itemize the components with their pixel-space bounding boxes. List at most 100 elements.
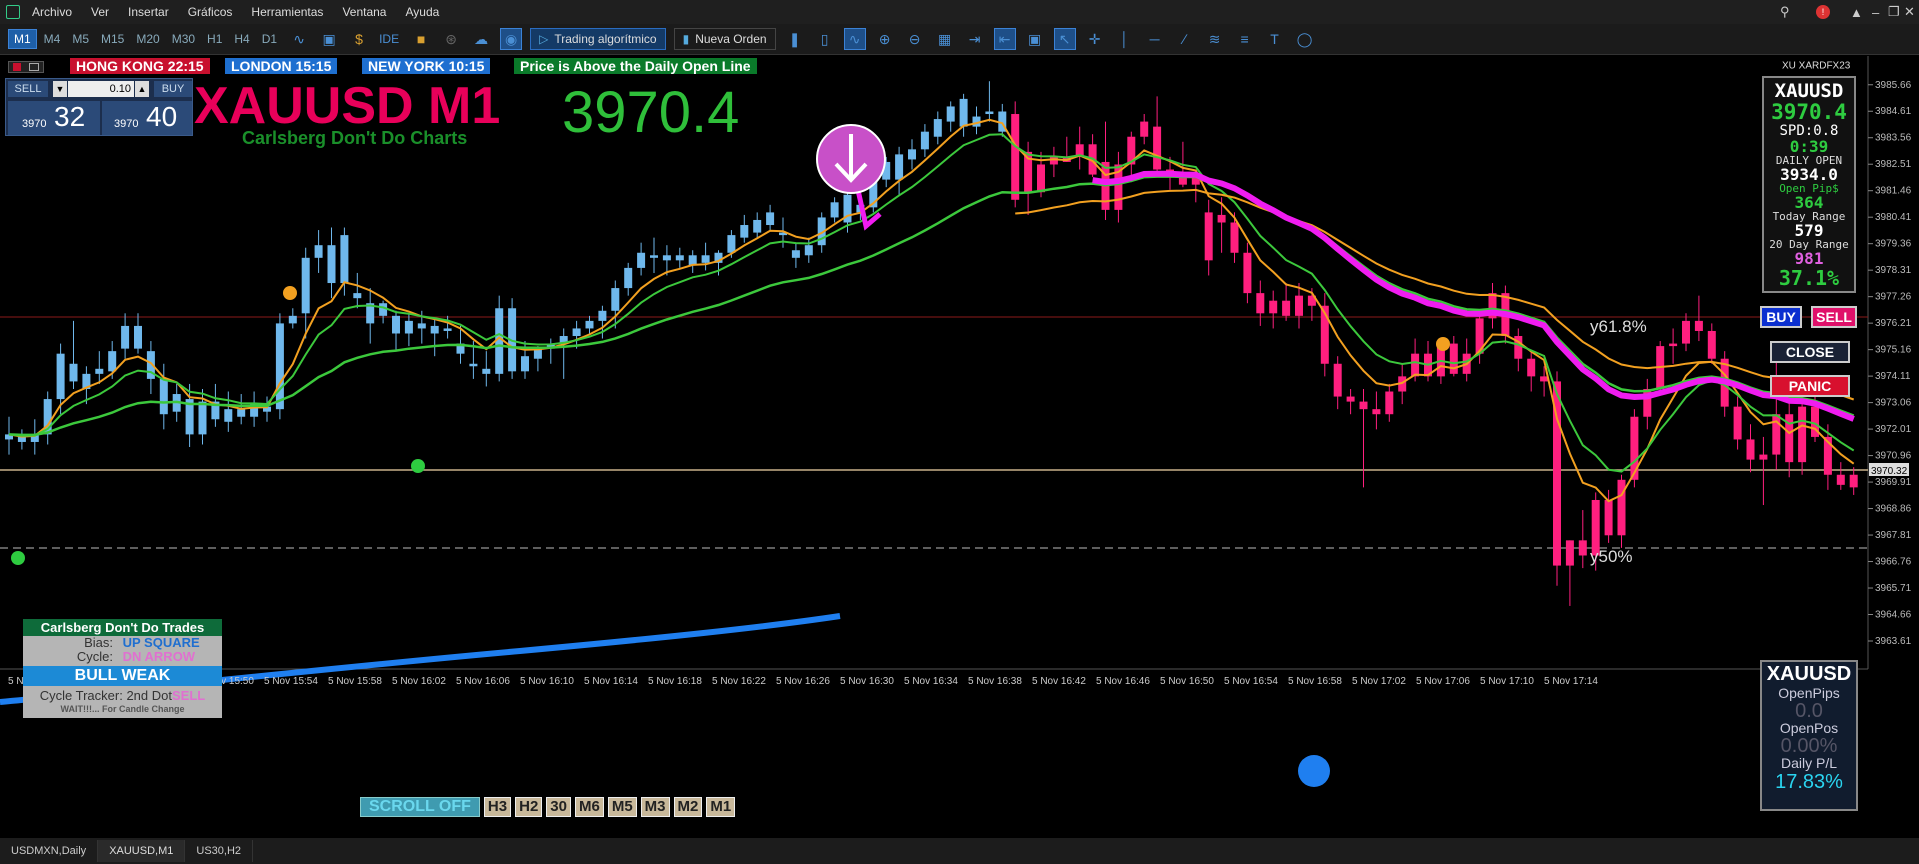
tf-button-m6[interactable]: M6	[574, 797, 604, 817]
pl-openpips-value: 0.0	[1795, 700, 1823, 722]
candle-body	[288, 315, 297, 324]
menu-herramientas[interactable]: Herramientas	[251, 5, 323, 19]
cloud-icon[interactable]: ☁	[470, 28, 492, 50]
bid-price[interactable]: 3970 32	[8, 101, 100, 135]
sell-button[interactable]: SELL	[8, 81, 48, 97]
y-tick-label: 3978.31	[1875, 265, 1912, 276]
candle-body	[624, 267, 633, 289]
candle-body	[1849, 474, 1858, 488]
price-chart[interactable]: 3985.66 3984.61 3983.56 3982.51 3981.46 3980.…	[0, 56, 1919, 838]
menu-ventana[interactable]: Ventana	[342, 5, 386, 19]
vertical-line-icon[interactable]: │	[1114, 28, 1136, 50]
tf-d1[interactable]: D1	[257, 30, 282, 48]
zoom-in-icon[interactable]: ⊕	[874, 28, 896, 50]
ask-price[interactable]: 3970 40	[102, 101, 192, 135]
panic-button[interactable]: PANIC	[1770, 375, 1850, 397]
template-icon[interactable]: ▣	[318, 28, 340, 50]
autoscroll-icon[interactable]: ⇥	[964, 28, 986, 50]
tf-button-m1[interactable]: M1	[706, 797, 736, 817]
trendline-icon[interactable]: ∕	[1174, 28, 1196, 50]
bull-state: BULL WEAK	[23, 666, 222, 686]
menu-archivo[interactable]: Archivo	[32, 5, 72, 19]
quick-sell-button[interactable]: SELL	[1811, 306, 1857, 328]
scroll-toggle-button[interactable]: SCROLL OFF	[360, 797, 480, 817]
tf-m4[interactable]: M4	[39, 30, 66, 48]
candle-body	[392, 315, 400, 334]
dollar-icon[interactable]: $	[348, 28, 370, 50]
menu-ayuda[interactable]: Ayuda	[405, 5, 439, 19]
line-chart-icon[interactable]: ∿	[843, 28, 866, 50]
chart-shift-icon[interactable]: ⇤	[993, 28, 1016, 50]
tf-button-m3[interactable]: M3	[640, 797, 670, 817]
lot-down-icon[interactable]: ▼	[53, 81, 67, 97]
candle-body	[959, 98, 968, 127]
tf-m15[interactable]: M15	[96, 30, 129, 48]
menu-ver[interactable]: Ver	[91, 5, 109, 19]
tf-button-m2[interactable]: M2	[673, 797, 703, 817]
screenshot-icon[interactable]: ▣	[1024, 28, 1046, 50]
minimize-icon[interactable]: –	[1872, 0, 1879, 24]
bars-icon[interactable]: ❚	[784, 28, 806, 50]
tf-m20[interactable]: M20	[131, 30, 164, 48]
tf-button-h2[interactable]: H2	[515, 797, 543, 817]
shapes-icon[interactable]: ◯	[1294, 28, 1316, 50]
close-button[interactable]: CLOSE	[1770, 341, 1850, 363]
notifications-icon[interactable]: !	[1816, 0, 1830, 24]
y-tick-label: 3975.16	[1875, 345, 1912, 356]
candle-body	[1707, 330, 1716, 359]
chart-type-icon[interactable]: ∿	[288, 28, 310, 50]
search-icon[interactable]: ⚲	[1780, 0, 1790, 24]
quick-buy-button[interactable]: BUY	[1760, 306, 1802, 328]
text-icon[interactable]: T	[1264, 28, 1286, 50]
zoom-out-icon[interactable]: ⊖	[904, 28, 926, 50]
menu-insertar[interactable]: Insertar	[128, 5, 169, 19]
scroll-bar: SCROLL OFF H3 H2 30 M6 M5 M3 M2 M1	[360, 796, 820, 818]
signals-icon[interactable]: ◉	[500, 28, 523, 50]
candle-body	[121, 325, 130, 349]
candle-body	[340, 235, 349, 284]
tf-h4[interactable]: H4	[229, 30, 254, 48]
candle-body	[1333, 363, 1342, 397]
restore-icon[interactable]: ❐	[1888, 0, 1900, 24]
candles-icon[interactable]: ▯	[814, 28, 836, 50]
tf-button-30[interactable]: 30	[546, 797, 571, 817]
menu-graficos[interactable]: Gráficos	[188, 5, 233, 19]
cursor-icon[interactable]: ↖	[1053, 28, 1076, 50]
info-symbol: XAUUSD	[1774, 80, 1844, 102]
chart-area[interactable]: 3985.66 3984.61 3983.56 3982.51 3981.46 3980.…	[0, 56, 1919, 838]
new-order-button[interactable]: ▮ Nueva Orden	[673, 28, 776, 50]
candle-body	[1295, 295, 1303, 316]
tf-button-m5[interactable]: M5	[607, 797, 637, 817]
horizontal-line-icon[interactable]: ─	[1144, 28, 1166, 50]
tf-m30[interactable]: M30	[167, 30, 200, 48]
lot-input[interactable]: 0.10	[68, 81, 134, 97]
algo-trading-button[interactable]: ▷ Trading algorítmico	[530, 28, 666, 50]
candle-body	[611, 288, 620, 311]
lock-icon[interactable]: ■	[410, 28, 432, 50]
x-axis: 5 Nov 20255 Nov 15:425 Nov 15:465 Nov 15…	[8, 676, 1598, 687]
ide-button[interactable]: IDE	[374, 30, 404, 48]
channel-icon[interactable]: ≋	[1204, 28, 1226, 50]
fibonacci-icon[interactable]: ≡	[1234, 28, 1256, 50]
x-tick-label: 5 Nov 17:10	[1480, 676, 1534, 687]
tf-h1[interactable]: H1	[202, 30, 227, 48]
lot-up-icon[interactable]: ▲	[135, 81, 149, 97]
candle-body	[740, 225, 749, 238]
candle-body	[1630, 416, 1639, 480]
tab-usdmxn[interactable]: USDMXN,Daily	[0, 840, 99, 862]
candle-body	[198, 401, 207, 435]
candle-body	[1346, 396, 1355, 402]
tab-xauusd[interactable]: XAUUSD,M1	[98, 840, 186, 862]
buy-button[interactable]: BUY	[154, 81, 192, 97]
tf-m5[interactable]: M5	[67, 30, 94, 48]
tab-us30[interactable]: US30,H2	[185, 840, 254, 862]
crosshair-icon[interactable]: ✛	[1084, 28, 1106, 50]
daily-pl-label: Daily P/L	[1780, 755, 1838, 771]
y-tick-label: 3969.91	[1875, 477, 1912, 488]
grid-icon[interactable]: ▦	[934, 28, 956, 50]
tf-m1[interactable]: M1	[8, 29, 37, 49]
tf-button-h3[interactable]: H3	[483, 797, 512, 817]
close-icon[interactable]: ✕	[1904, 0, 1915, 24]
candle-body	[301, 257, 310, 314]
play-icon: ▷	[539, 32, 549, 46]
